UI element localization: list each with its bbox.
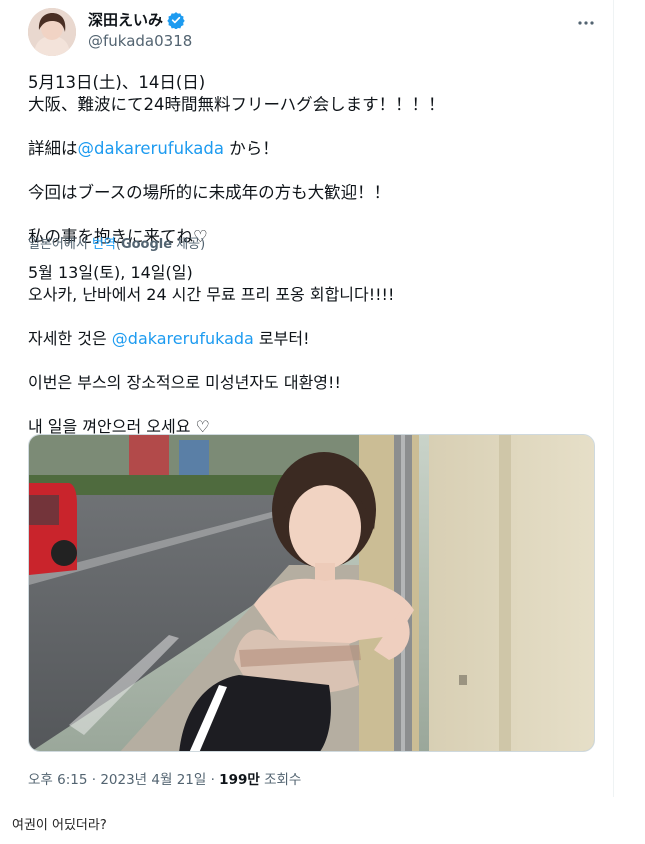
- author-name-row[interactable]: 深田えいみ: [88, 10, 185, 30]
- translated-line: 5월 13일(토), 14일(일): [28, 263, 193, 282]
- translate-link[interactable]: 번역: [92, 237, 116, 252]
- tweet-photo[interactable]: [28, 434, 595, 752]
- author-display-name[interactable]: 深田えいみ: [88, 10, 163, 30]
- google-logo-text: Google: [120, 237, 173, 252]
- views-label: 조회수: [259, 772, 302, 788]
- translated-line: 이번은 부스의 장소적으로 미성년자도 대환영!!: [28, 373, 341, 392]
- tweet-meta: 오후 6:15 · 2023년 4월 21일 · 199만 조회수: [28, 771, 301, 789]
- translated-line: 오사카, 난바에서 24 시간 무료 프리 포옹 회합니다!!!!: [28, 285, 395, 304]
- tweet-text-translated: 5월 13일(토), 14일(일) 오사카, 난바에서 24 시간 무료 프리 …: [28, 262, 588, 438]
- views-count: 199만: [219, 772, 260, 788]
- more-options-icon[interactable]: [575, 12, 597, 34]
- translated-text: 로부터!: [253, 329, 310, 348]
- tweet-line: 今回はブースの場所的に未成年の方も大歓迎！！: [28, 183, 391, 202]
- translation-suffix: 제공): [172, 237, 206, 252]
- tweet-line: 5月13日(土)、14日(日): [28, 73, 206, 92]
- street-photo-image: [29, 435, 594, 751]
- translation-attribution: 일본어에서 번역(Google 제공): [28, 236, 205, 254]
- mention-link[interactable]: @dakarerufukada: [78, 139, 225, 158]
- translation-prefix: 일본어에서: [28, 237, 92, 252]
- avatar[interactable]: [28, 8, 76, 56]
- author-handle[interactable]: @fukada0318: [88, 31, 192, 51]
- verified-badge-icon: [167, 12, 185, 29]
- caption-comment: 여권이 어딨더라?: [12, 818, 107, 833]
- tweet-line: 大阪、難波にて24時間無料フリーハグ会します！！！！: [28, 95, 445, 114]
- tweet-timestamp[interactable]: 오후 6:15 · 2023년 4월 21일 ·: [28, 772, 219, 788]
- tweet-text-original: 5月13日(土)、14日(日) 大阪、難波にて24時間無料フリーハグ会します！！…: [28, 72, 588, 248]
- avatar-image: [28, 8, 76, 56]
- mention-link[interactable]: @dakarerufukada: [112, 329, 254, 348]
- tweet-line: 詳細は@dakarerufukada から！: [28, 138, 588, 160]
- translated-text: 자세한 것은: [28, 329, 112, 348]
- translated-line: 자세한 것은 @dakarerufukada 로부터!: [28, 328, 588, 350]
- tweet-text: から！: [224, 139, 279, 158]
- tweet-text: 詳細は: [28, 139, 78, 158]
- tweet-card: 深田えいみ @fukada0318 5月13日(土)、14日(日) 大阪、難波に…: [0, 0, 614, 797]
